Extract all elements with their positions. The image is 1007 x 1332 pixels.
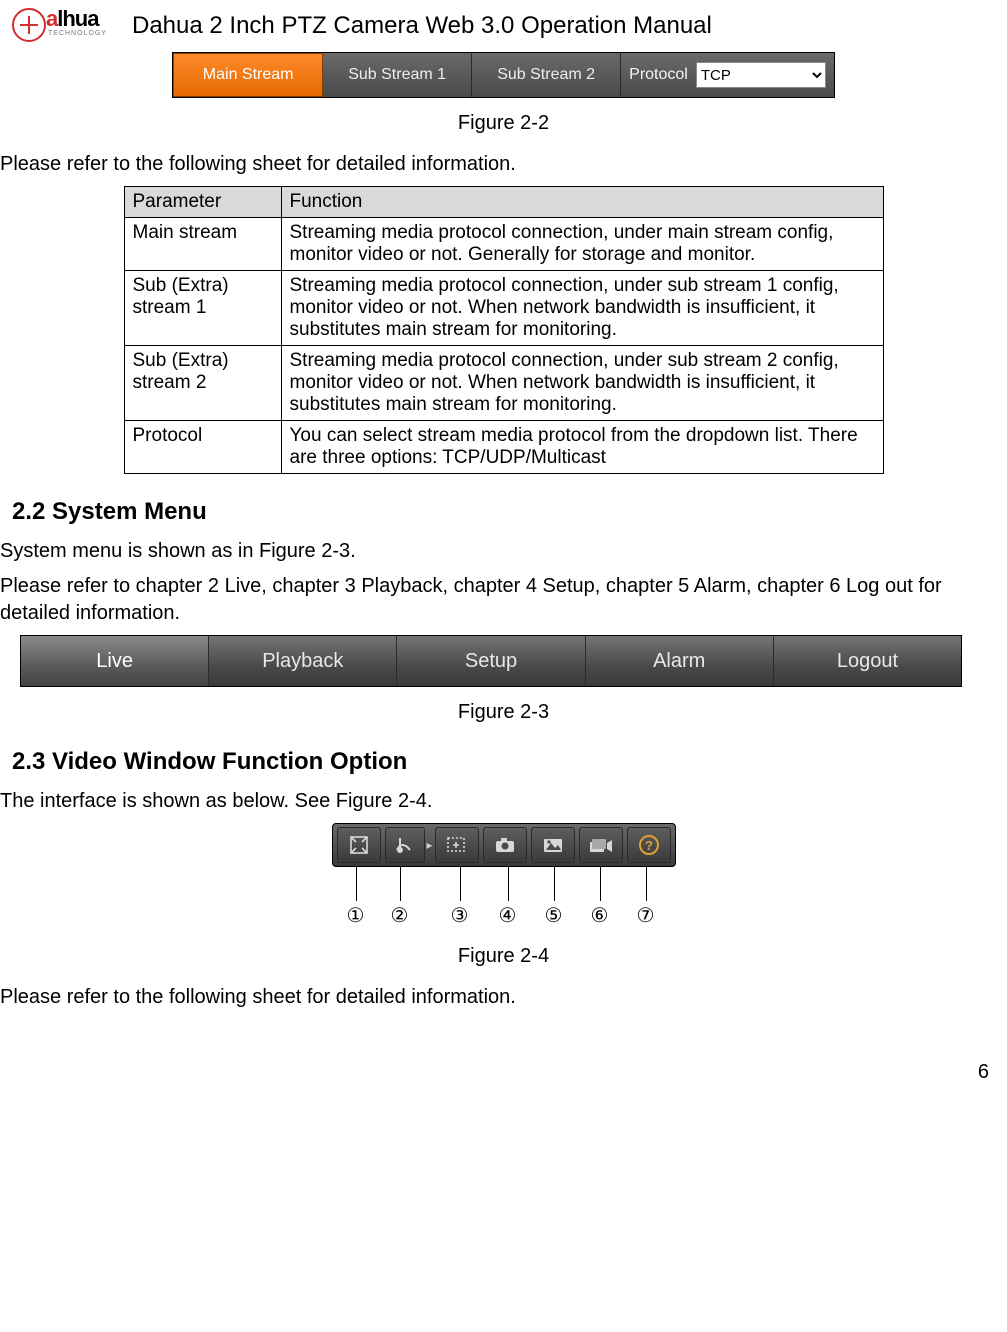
doc-title: Dahua 2 Inch PTZ Camera Web 3.0 Operatio… [132, 12, 712, 40]
callout-numbers: ① ② ③ ④ ⑤ ⑥ ⑦ [332, 903, 676, 931]
help-icon[interactable]: ? [627, 827, 671, 863]
section-2-3-heading: 2.3 Video Window Function Option [12, 748, 1007, 776]
logo-mark-icon [12, 8, 46, 42]
adjust-icon[interactable] [385, 827, 425, 863]
video-window-toolbar-figure: ▸ [332, 823, 676, 931]
tab-live[interactable]: Live [21, 636, 208, 686]
th-parameter: Parameter [124, 187, 281, 218]
protocol-select[interactable]: TCP [696, 62, 826, 88]
record-icon[interactable] [579, 827, 623, 863]
sec22-p1: System menu is shown as in Figure 2-3. [0, 538, 1007, 565]
protocol-group: Protocol TCP [621, 53, 834, 97]
table-row: Sub (Extra) stream 1 Streaming media pro… [124, 271, 883, 346]
th-function: Function [281, 187, 883, 218]
chevron-right-icon: ▸ [427, 828, 433, 862]
table-row: Protocol You can select stream media pro… [124, 421, 883, 474]
section-2-2-heading: 2.2 System Menu [12, 498, 1007, 526]
stream-toolbar: Main Stream Sub Stream 1 Sub Stream 2 Pr… [172, 52, 835, 98]
callout-lines [332, 867, 676, 903]
figure-2-4-caption: Figure 2-4 [0, 945, 1007, 968]
tab-sub-stream-1[interactable]: Sub Stream 1 [323, 53, 472, 97]
protocol-label: Protocol [629, 66, 688, 84]
figure-2-2-caption: Figure 2-2 [0, 112, 1007, 135]
logo-rest: lhua [57, 6, 98, 31]
tab-alarm[interactable]: Alarm [585, 636, 773, 686]
svg-text:?: ? [645, 838, 653, 853]
page-header: alhua TECHNOLOGY Dahua 2 Inch PTZ Camera… [0, 0, 1007, 46]
sec22-p2: Please refer to chapter 2 Live, chapter … [0, 573, 1007, 627]
video-window-toolbar: ▸ [332, 823, 676, 867]
page-number: 6 [0, 1061, 1007, 1084]
logo-sub: TECHNOLOGY [48, 30, 107, 37]
picture-icon[interactable] [531, 827, 575, 863]
intro-text-1: Please refer to the following sheet for … [0, 151, 1007, 178]
table-row: Main stream Streaming media protocol con… [124, 218, 883, 271]
zoom-icon[interactable] [435, 827, 479, 863]
tab-sub-stream-2[interactable]: Sub Stream 2 [472, 53, 621, 97]
fullscreen-icon[interactable] [337, 827, 381, 863]
tab-main-stream[interactable]: Main Stream [173, 53, 323, 97]
logo-accent: a [46, 6, 57, 31]
tab-logout[interactable]: Logout [773, 636, 961, 686]
tab-playback[interactable]: Playback [208, 636, 396, 686]
sec23-p1: The interface is shown as below. See Fig… [0, 788, 1007, 815]
snapshot-icon[interactable] [483, 827, 527, 863]
parameter-table: Parameter Function Main stream Streaming… [124, 186, 884, 474]
table-row: Sub (Extra) stream 2 Streaming media pro… [124, 346, 883, 421]
figure-2-3-caption: Figure 2-3 [0, 701, 1007, 724]
brand-logo: alhua TECHNOLOGY [12, 6, 122, 46]
system-menu-toolbar: Live Playback Setup Alarm Logout [20, 635, 962, 687]
tab-setup[interactable]: Setup [396, 636, 584, 686]
outro-text: Please refer to the following sheet for … [0, 984, 1007, 1011]
